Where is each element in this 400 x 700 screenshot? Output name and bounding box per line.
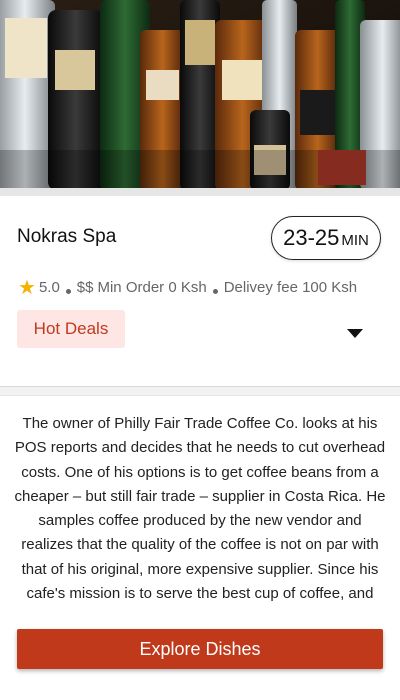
hot-deals-badge[interactable]: Hot Deals (17, 310, 125, 348)
rating: 5.0 (38, 279, 60, 296)
restaurant-description: The owner of Philly Fair Trade Coffee Co… (14, 415, 386, 603)
delivery-time-range: 23-25 (283, 225, 340, 250)
hero-image (0, 0, 400, 190)
delivery-time-unit: MIN (341, 231, 369, 249)
explore-dishes-button[interactable]: Explore Dishes (17, 629, 383, 669)
section-divider (0, 386, 400, 396)
delivery-fee: Delivey fee 100 Ksh (223, 279, 358, 296)
price-level: $$ (76, 279, 94, 296)
min-order: Min Order 0 Ksh (97, 279, 207, 296)
star-icon: ★ (18, 277, 36, 299)
delivery-time-badge: 23-25 MIN (271, 216, 381, 260)
separator-dot (212, 289, 218, 294)
restaurant-info: Nokras Spa 23-25 MIN ★ 5.0 $$ Min Order … (0, 196, 400, 386)
hero-divider (0, 188, 400, 196)
separator-dot (65, 289, 71, 294)
footer-bar: Explore Dishes (0, 618, 400, 700)
restaurant-name: Nokras Spa (17, 226, 117, 247)
restaurant-meta: ★ 5.0 $$ Min Order 0 Ksh Delivey fee 100… (18, 275, 357, 300)
chevron-down-icon[interactable] (347, 329, 363, 338)
